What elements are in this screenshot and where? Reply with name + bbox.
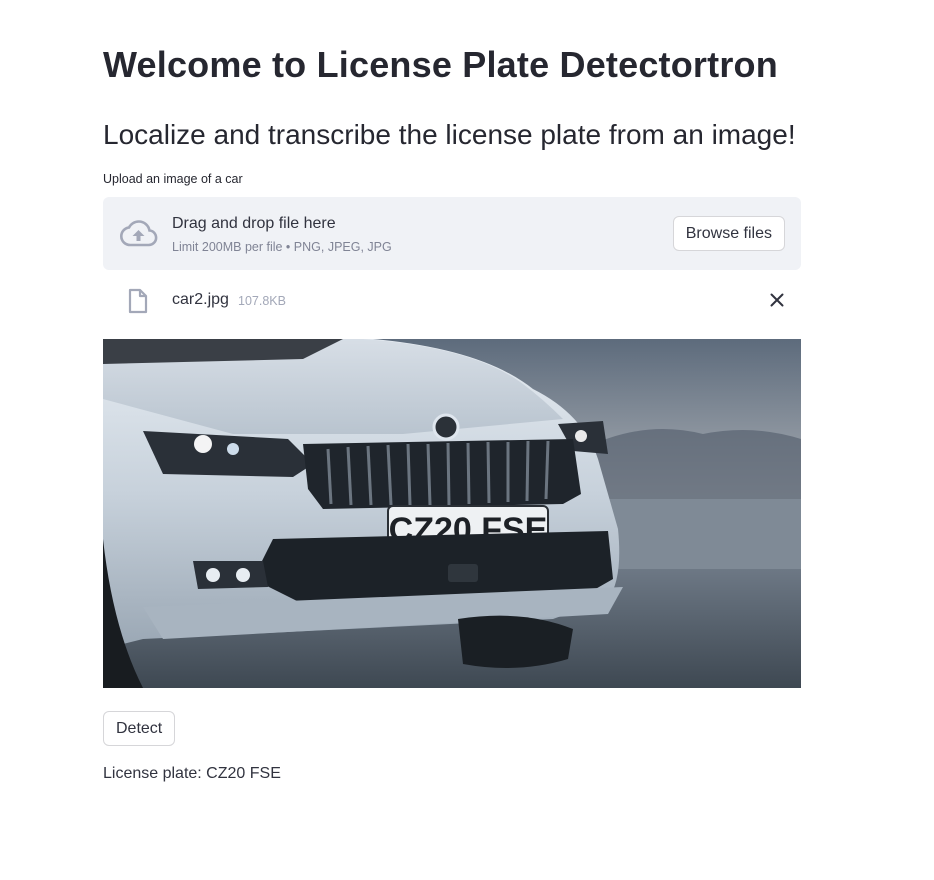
uploader-label: Upload an image of a car bbox=[103, 172, 243, 186]
page-title: Welcome to License Plate Detectortron bbox=[103, 44, 778, 85]
dropzone-limit-text: Limit 200MB per file • PNG, JPEG, JPG bbox=[172, 240, 392, 254]
dropzone-text: Drag and drop file here bbox=[172, 215, 336, 232]
uploaded-file-row: car2.jpg 107.8KB bbox=[103, 280, 801, 320]
license-plate-result: License plate: CZ20 FSE bbox=[103, 765, 281, 782]
file-icon bbox=[128, 288, 148, 314]
page-subtitle: Localize and transcribe the license plat… bbox=[103, 119, 796, 150]
file-dropzone[interactable]: Drag and drop file here Limit 200MB per … bbox=[103, 197, 801, 270]
uploaded-file-size: 107.8KB bbox=[238, 294, 286, 308]
car-image: CZ20 FSE bbox=[103, 339, 801, 688]
uploaded-file-name: car2.jpg bbox=[172, 291, 229, 308]
close-icon[interactable] bbox=[767, 290, 787, 310]
cloud-upload-icon bbox=[119, 220, 158, 247]
detect-button[interactable]: Detect bbox=[103, 711, 176, 746]
browse-files-button[interactable]: Browse files bbox=[672, 216, 785, 251]
